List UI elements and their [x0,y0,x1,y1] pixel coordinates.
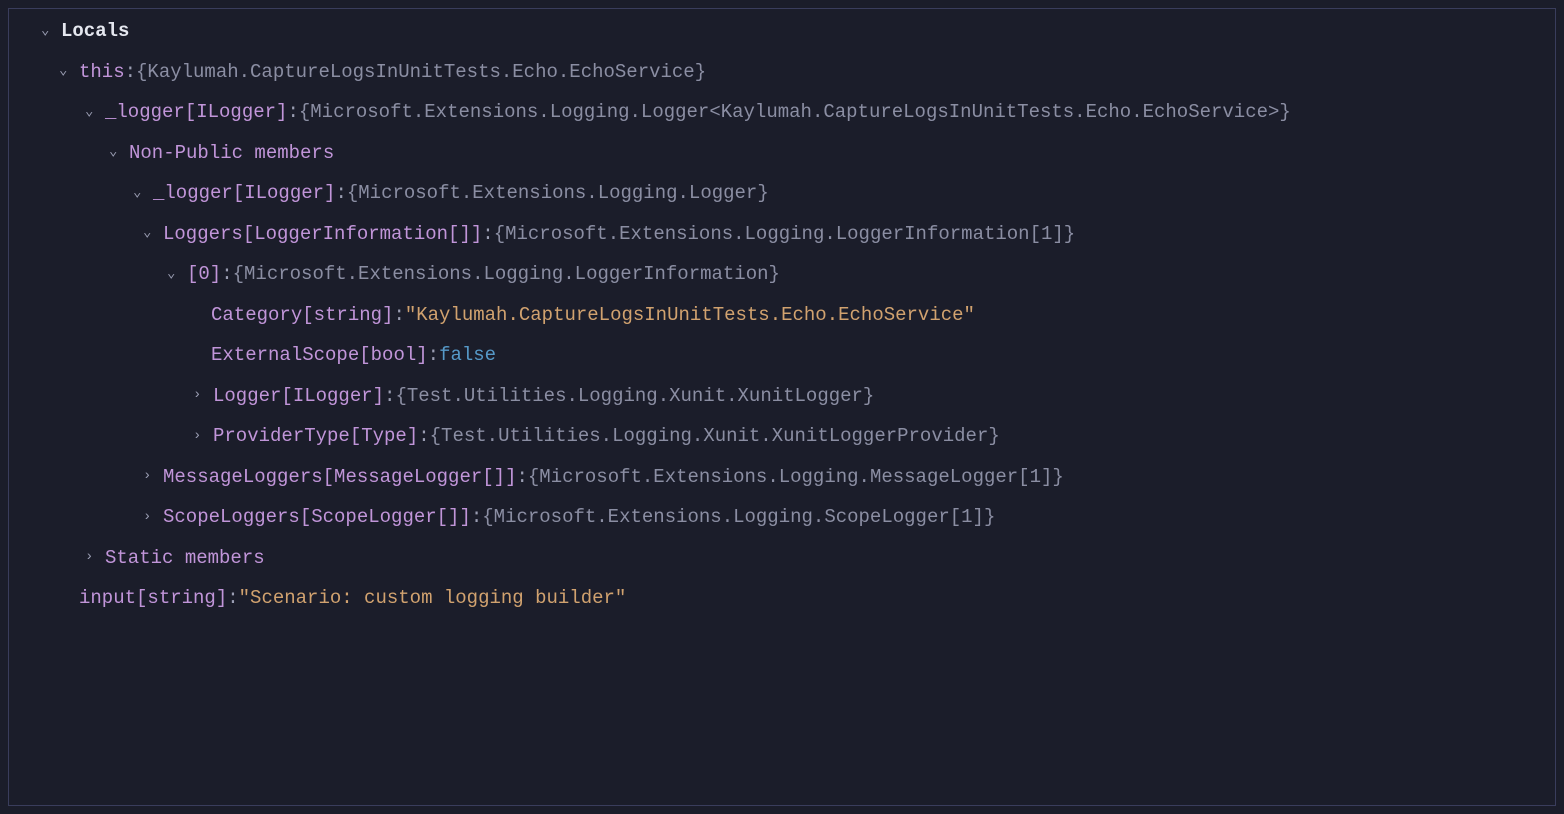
colon: : [482,220,493,249]
chevron-down-icon[interactable]: ⌄ [167,264,185,285]
variable-name: Static members [105,544,265,573]
chevron-right-icon[interactable]: › [193,385,211,406]
tree-row[interactable]: ⌄this: {Kaylumah.CaptureLogsInUnitTests.… [9,52,1555,93]
tree-row[interactable]: ⌄Loggers [LoggerInformation[]]: {Microso… [9,214,1555,255]
locals-panel: ⌄ Locals ⌄this: {Kaylumah.CaptureLogsInU… [8,8,1556,806]
tree-row[interactable]: ⌄[0]: {Microsoft.Extensions.Logging.Logg… [9,254,1555,295]
variable-value: "Kaylumah.CaptureLogsInUnitTests.Echo.Ec… [405,301,975,330]
tree-row[interactable]: ›Logger [ILogger]: {Test.Utilities.Loggi… [9,376,1555,417]
variable-value: {Microsoft.Extensions.Logging.ScopeLogge… [482,503,995,532]
colon: : [418,422,429,451]
variable-name: ExternalScope [211,341,359,370]
variable-name: [0] [187,260,221,289]
colon: : [393,301,404,330]
variable-value: "Scenario: custom logging builder" [239,584,627,613]
variable-name: _logger [153,179,233,208]
variable-type: [ScopeLogger[]] [300,503,471,532]
variable-name: ScopeLoggers [163,503,300,532]
chevron-down-icon[interactable]: ⌄ [109,142,127,163]
colon: : [221,260,232,289]
variable-type: [ILogger] [281,382,384,411]
variable-name: this [79,58,125,87]
colon: : [125,58,136,87]
variable-type: [string] [136,584,227,613]
chevron-down-icon[interactable]: ⌄ [59,61,77,82]
chevron-down-icon[interactable]: ⌄ [133,183,151,204]
tree-row[interactable]: ⌄Non-Public members [9,133,1555,174]
panel-title: Locals [61,17,129,46]
panel-header[interactable]: ⌄ Locals [9,11,1555,52]
tree-row[interactable]: ›MessageLoggers [MessageLogger[]]: {Micr… [9,457,1555,498]
chevron-spacer [59,588,77,609]
colon: : [428,341,439,370]
tree-row[interactable]: ⌄_logger [ILogger]: {Microsoft.Extension… [9,92,1555,133]
chevron-down-icon[interactable]: ⌄ [85,102,103,123]
variable-type: [ILogger] [233,179,336,208]
variable-type: [string] [302,301,393,330]
tree-body: ⌄this: {Kaylumah.CaptureLogsInUnitTests.… [9,52,1555,619]
variable-name: input [79,584,136,613]
variable-value: {Test.Utilities.Logging.Xunit.XunitLogge… [395,382,874,411]
variable-value: {Microsoft.Extensions.Logging.MessageLog… [528,463,1064,492]
variable-value: {Kaylumah.CaptureLogsInUnitTests.Echo.Ec… [136,58,706,87]
tree-row[interactable]: ›ProviderType [Type]: {Test.Utilities.Lo… [9,416,1555,457]
variable-name: Non-Public members [129,139,334,168]
variable-name: _logger [105,98,185,127]
colon: : [384,382,395,411]
chevron-right-icon[interactable]: › [193,426,211,447]
variable-name: Category [211,301,302,330]
chevron-down-icon[interactable]: ⌄ [143,223,161,244]
variable-value: false [439,341,496,370]
colon: : [335,179,346,208]
tree-row[interactable]: input [string]: "Scenario: custom loggin… [9,578,1555,619]
colon: : [516,463,527,492]
chevron-right-icon[interactable]: › [143,466,161,487]
tree-row[interactable]: ›Static members [9,538,1555,579]
variable-type: [MessageLogger[]] [323,463,517,492]
colon: : [287,98,298,127]
variable-type: [LoggerInformation[]] [243,220,482,249]
tree-row[interactable]: ⌄_logger [ILogger]: {Microsoft.Extension… [9,173,1555,214]
chevron-right-icon[interactable]: › [85,547,103,568]
variable-name: Loggers [163,220,243,249]
tree-row[interactable]: ›ScopeLoggers [ScopeLogger[]]: {Microsof… [9,497,1555,538]
variable-value: {Microsoft.Extensions.Logging.Logger<Kay… [299,98,1291,127]
variable-name: MessageLoggers [163,463,323,492]
variable-name: Logger [213,382,281,411]
variable-type: [bool] [359,341,427,370]
colon: : [227,584,238,613]
variable-value: {Microsoft.Extensions.Logging.LoggerInfo… [233,260,780,289]
variable-type: [ILogger] [185,98,288,127]
tree-row[interactable]: ExternalScope [bool]: false [9,335,1555,376]
variable-value: {Test.Utilities.Logging.Xunit.XunitLogge… [430,422,1000,451]
variable-type: [Type] [350,422,418,451]
chevron-right-icon[interactable]: › [143,507,161,528]
variable-name: ProviderType [213,422,350,451]
chevron-down-icon[interactable]: ⌄ [41,21,59,42]
tree-row[interactable]: Category [string]: "Kaylumah.CaptureLogs… [9,295,1555,336]
variable-value: {Microsoft.Extensions.Logging.Logger} [347,179,769,208]
colon: : [471,503,482,532]
variable-value: {Microsoft.Extensions.Logging.LoggerInfo… [494,220,1076,249]
